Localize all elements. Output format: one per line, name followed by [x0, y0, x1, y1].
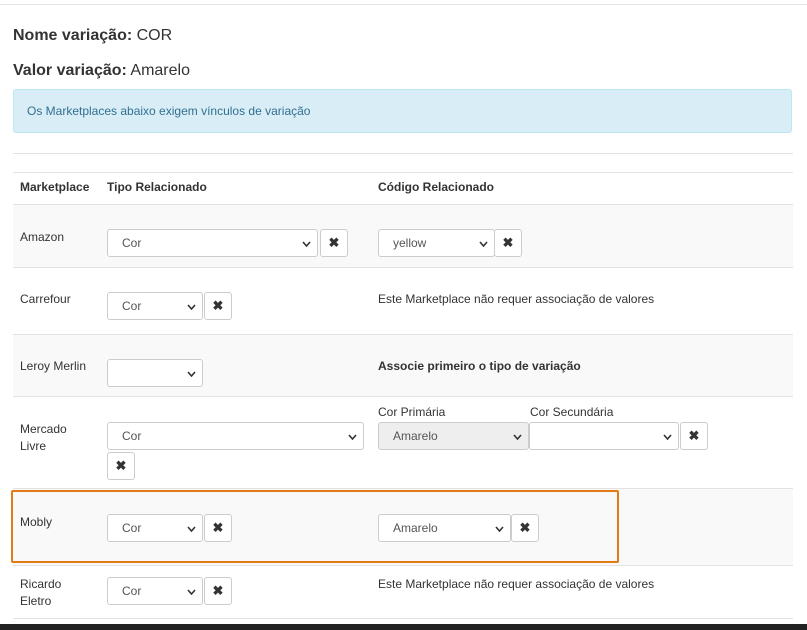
variation-value-value: Amarelo	[130, 62, 190, 79]
type-select[interactable]: Cor	[107, 229, 318, 257]
remove-secondary-button[interactable]: ✖	[680, 422, 708, 450]
remove-icon: ✖	[212, 583, 224, 598]
chevron-down-icon	[513, 434, 522, 440]
remove-type-button[interactable]: ✖	[204, 577, 232, 605]
marketplace-name: Mercado Livre	[20, 421, 67, 455]
remove-type-button[interactable]: ✖	[107, 452, 135, 480]
chevron-down-icon	[479, 241, 488, 247]
chevron-down-icon	[187, 304, 196, 310]
chevron-down-icon	[348, 434, 357, 440]
row-divider	[13, 396, 793, 397]
remove-code-button[interactable]: ✖	[494, 229, 522, 257]
associate-first-note: Associe primeiro o tipo de variação	[378, 359, 581, 373]
type-select-value: Cor	[122, 236, 142, 250]
type-select[interactable]	[107, 359, 203, 387]
chevron-down-icon	[187, 589, 196, 595]
chevron-down-icon	[663, 434, 672, 440]
secondary-color-label: Cor Secundária	[530, 405, 614, 419]
row-divider	[13, 267, 793, 268]
column-header-tipo: Tipo Relacionado	[107, 180, 207, 194]
variation-value-label: Valor variação:	[13, 62, 127, 79]
primary-color-select[interactable]: Amarelo	[378, 422, 529, 450]
info-alert: Os Marketplaces abaixo exigem vínculos d…	[13, 89, 792, 133]
remove-type-button[interactable]: ✖	[320, 229, 348, 257]
top-divider	[0, 4, 807, 5]
type-select-value: Cor	[122, 429, 142, 443]
type-select[interactable]: Cor	[107, 292, 203, 320]
row-divider	[13, 618, 793, 619]
type-select[interactable]: Cor	[107, 577, 203, 605]
column-header-marketplace: Marketplace	[20, 180, 90, 194]
remove-type-button[interactable]: ✖	[204, 292, 232, 320]
marketplace-name-line1: Ricardo	[20, 577, 62, 591]
bottom-bar	[0, 624, 807, 630]
primary-color-label: Cor Primária	[378, 405, 446, 419]
row-divider	[13, 565, 793, 566]
info-alert-text: Os Marketplaces abaixo exigem vínculos d…	[27, 104, 311, 118]
marketplace-name: Amazon	[20, 230, 65, 244]
remove-icon: ✖	[212, 298, 224, 313]
type-select-value: Cor	[122, 299, 142, 313]
variation-name: Nome variação: COR	[13, 27, 172, 45]
remove-icon: ✖	[328, 235, 340, 250]
secondary-color-select[interactable]	[529, 422, 679, 450]
no-association-note: Este Marketplace não requer associação d…	[378, 577, 655, 591]
type-select[interactable]: Cor	[107, 422, 364, 450]
remove-icon: ✖	[115, 458, 127, 473]
marketplace-name: Leroy Merlin	[20, 359, 87, 373]
column-header-codigo: Código Relacionado	[378, 180, 495, 194]
chevron-down-icon	[187, 371, 196, 377]
marketplace-name-line1: Mercado	[20, 422, 67, 436]
highlight-box	[11, 490, 619, 563]
remove-icon: ✖	[502, 235, 514, 250]
marketplace-name: Ricardo Eletro	[20, 576, 61, 610]
code-select-value: yellow	[393, 236, 427, 250]
table-header-top-border	[13, 172, 793, 173]
variation-name-value: COR	[136, 27, 173, 44]
variation-value: Valor variação: Amarelo	[13, 62, 190, 80]
type-select-value: Cor	[122, 584, 142, 598]
no-association-note: Este Marketplace não requer associação d…	[378, 292, 655, 306]
code-select[interactable]: yellow	[378, 229, 495, 257]
table-top-border	[13, 153, 793, 154]
remove-icon: ✖	[688, 428, 700, 443]
variation-name-label: Nome variação:	[13, 27, 133, 44]
marketplace-name: Carrefour	[20, 292, 71, 306]
marketplace-name-line2: Eletro	[20, 594, 52, 608]
marketplace-name-line2: Livre	[20, 439, 47, 453]
primary-color-value: Amarelo	[393, 429, 438, 443]
chevron-down-icon	[302, 241, 311, 247]
